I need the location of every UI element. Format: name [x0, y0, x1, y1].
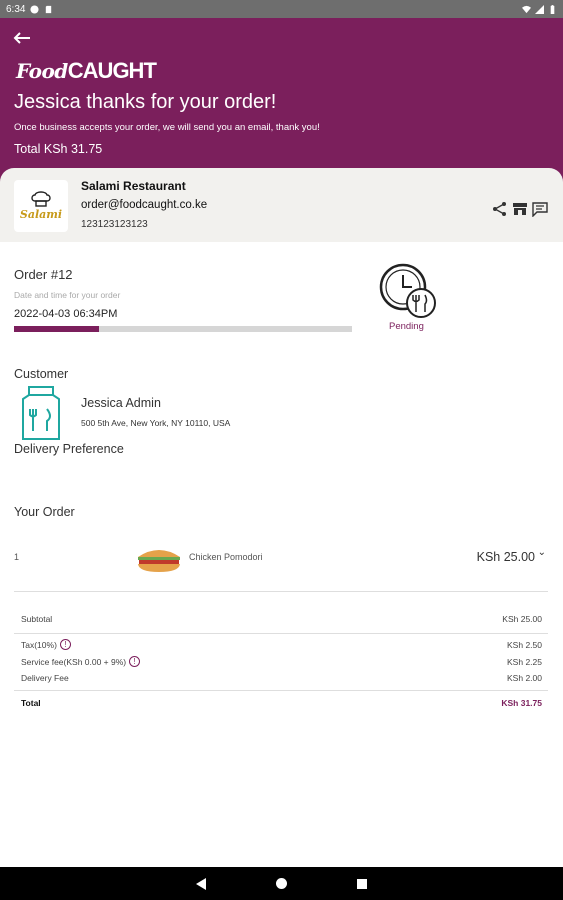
nav-back-icon[interactable] — [196, 877, 206, 890]
customer-address: 500 5th Ave, New York, NY 10110, USA — [81, 418, 231, 428]
order-item-row[interactable]: 1 Chicken Pomodori KSh 25.00 ⌄ — [0, 540, 563, 574]
your-order-heading: Your Order — [14, 505, 75, 519]
summary-divider-top — [14, 591, 548, 592]
order-confirmation-header: FoodCAUGHT Jessica thanks for your order… — [0, 18, 563, 188]
message-icon[interactable] — [531, 201, 549, 217]
thank-you-title: Jessica thanks for your order! — [14, 91, 277, 113]
summary-divider-bottom — [14, 690, 548, 691]
status-time: 6:34 — [6, 3, 26, 15]
restaurant-phone[interactable]: 123123123123 — [81, 219, 148, 230]
restaurant-logo: Salami — [14, 180, 68, 232]
restaurant-name: Salami Restaurant — [81, 179, 186, 193]
status-bar: 6:34 — [0, 0, 563, 18]
order-datetime: 2022-04-03 06:34PM — [14, 308, 118, 320]
battery-icon — [550, 4, 555, 14]
wifi-icon — [522, 5, 531, 13]
order-datetime-label: Date and time for your order — [14, 290, 121, 300]
info-icon[interactable]: ! — [129, 656, 141, 667]
foodcaught-logo: FoodCAUGHT — [16, 58, 157, 83]
service-fee-row: Service fee(KSh 0.00 + 9%)! KSh 2.25 — [21, 656, 542, 667]
signal-icon — [535, 4, 544, 14]
android-nav-bar — [0, 867, 563, 900]
info-icon[interactable]: ! — [59, 639, 71, 650]
order-progress-fill — [14, 326, 99, 332]
item-quantity: 1 — [14, 552, 20, 562]
subtotal-row: Subtotal KSh 25.00 — [21, 614, 542, 624]
confirmation-note: Once business accepts your order, we wil… — [14, 122, 320, 133]
item-name: Chicken Pomodori — [189, 552, 263, 562]
restaurant-email[interactable]: order@foodcaught.co.ke — [81, 199, 207, 211]
delivery-preference-heading: Delivery Preference — [14, 442, 124, 456]
nav-home-icon[interactable] — [276, 878, 287, 889]
tax-row: Tax(10%)! KSh 2.50 — [21, 639, 542, 650]
total-row: Total KSh 31.75 — [21, 698, 542, 708]
delivery-fee-row: Delivery Fee KSh 2.00 — [21, 673, 542, 683]
store-icon[interactable] — [511, 201, 529, 217]
order-status-label: Pending — [389, 321, 424, 332]
share-icon[interactable] — [491, 201, 509, 217]
hero-total: Total KSh 31.75 — [14, 142, 103, 156]
sd-card-icon — [46, 5, 52, 13]
restaurant-card: Salami Salami Restaurant order@foodcaugh… — [0, 168, 563, 242]
bag-icon — [22, 386, 60, 440]
summary-divider-mid — [14, 633, 548, 634]
chevron-down-icon[interactable]: ⌄ — [538, 547, 546, 558]
customer-name: Jessica Admin — [81, 396, 161, 410]
sandwich-image — [138, 550, 180, 572]
arrow-left-icon[interactable] — [12, 30, 32, 46]
item-price: KSh 25.00 — [476, 550, 535, 564]
app-notification-icon — [30, 4, 40, 14]
clock-icon — [379, 263, 436, 318]
order-number: Order #12 — [14, 267, 73, 282]
customer-heading: Customer — [14, 367, 69, 381]
chef-hat-icon — [31, 191, 51, 207]
nav-recents-icon[interactable] — [357, 878, 367, 889]
order-progress-bar — [14, 326, 352, 332]
